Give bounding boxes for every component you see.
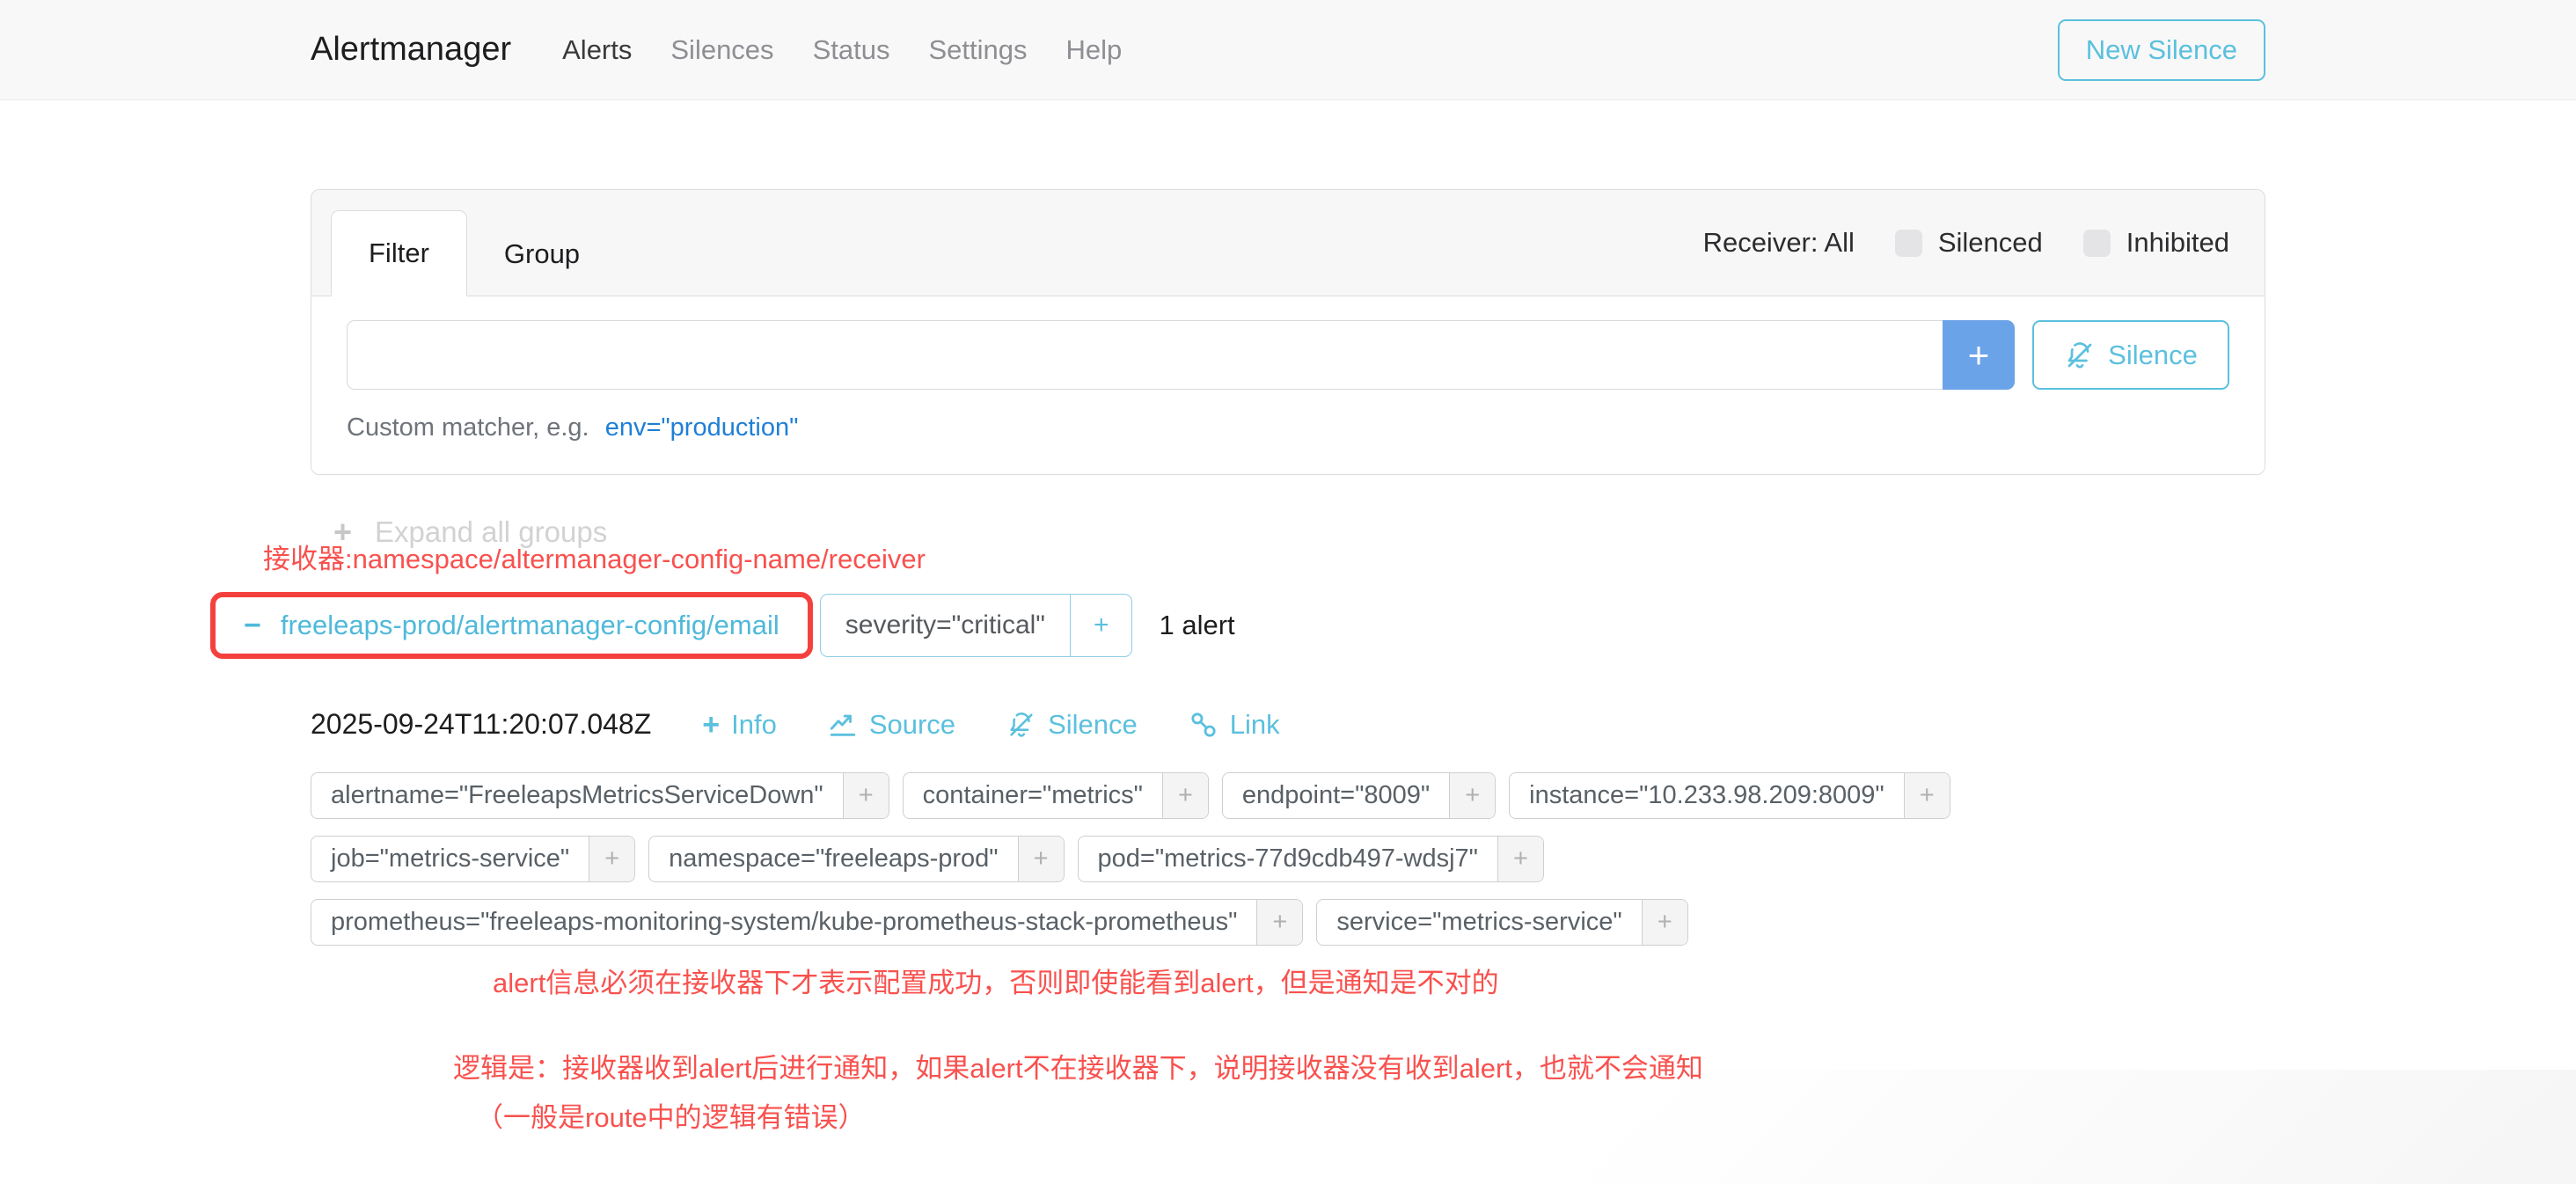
alert-label-tag: pod="metrics-77d9cdb497-wdsj7" + <box>1078 836 1544 882</box>
source-action-link[interactable]: Source <box>828 709 955 741</box>
nav-item-settings[interactable]: Settings <box>928 34 1027 66</box>
matcher-input[interactable] <box>347 320 1943 390</box>
link-icon <box>1189 710 1218 740</box>
silence-button-label: Silence <box>2108 340 2198 371</box>
tab-group[interactable]: Group <box>467 212 617 296</box>
add-label-filter-button[interactable]: + <box>1162 773 1208 818</box>
nav-item-alerts[interactable]: Alerts <box>562 34 632 66</box>
nav-item-status[interactable]: Status <box>813 34 890 66</box>
collapse-icon: − <box>244 610 261 640</box>
annotation-line-2: 逻辑是：接收器收到alert后进行通知，如果alert不在接收器下，说明接收器没… <box>453 1046 2265 1085</box>
filter-card-header: Filter Group Receiver: All Silenced Inhi… <box>311 190 2265 296</box>
annotation-block: 逻辑是：接收器收到alert后进行通知，如果alert不在接收器下，说明接收器没… <box>453 1046 2265 1135</box>
alert-label-text: alertname="FreeleapsMetricsServiceDown" <box>311 773 843 818</box>
alert-label-tag: service="metrics-service" + <box>1316 899 1687 946</box>
plus-icon: + <box>702 710 720 740</box>
alert-label-text: container="metrics" <box>904 773 1162 818</box>
alert-label-tag: alertname="FreeleapsMetricsServiceDown" … <box>311 772 889 819</box>
add-label-filter-button[interactable]: + <box>843 773 889 818</box>
alert-label-text: job="metrics-service" <box>311 837 589 881</box>
new-silence-button[interactable]: New Silence <box>2058 19 2265 81</box>
alert-label-tag: container="metrics" + <box>903 772 1209 819</box>
info-action-label: Info <box>731 709 777 741</box>
inhibited-checkbox-label: Inhibited <box>2126 227 2229 259</box>
inhibited-checkbox[interactable]: Inhibited <box>2083 227 2229 259</box>
alert-group-row: − freeleaps-prod/alertmanager-config/ema… <box>210 592 2265 659</box>
silenced-checkbox[interactable]: Silenced <box>1895 227 2043 259</box>
link-action-label: Link <box>1230 709 1280 741</box>
alert-label-text: prometheus="freeleaps-monitoring-system/… <box>311 900 1256 945</box>
alert-labels: alertname="FreeleapsMetricsServiceDown" … <box>311 772 2265 946</box>
add-label-filter-button[interactable]: + <box>1018 837 1064 881</box>
alert-label-text: pod="metrics-77d9cdb497-wdsj7" <box>1079 837 1497 881</box>
alert-detail: 2025-09-24T11:20:07.048Z + Info Source <box>311 708 2265 946</box>
receiver-group-link[interactable]: − freeleaps-prod/alertmanager-config/ema… <box>216 597 808 654</box>
alert-label-text: instance="10.233.98.209:8009" <box>1510 773 1904 818</box>
chart-icon <box>828 710 858 740</box>
receiver-highlight-box: − freeleaps-prod/alertmanager-config/ema… <box>210 592 813 659</box>
receiver-filter[interactable]: Receiver: All <box>1703 227 1855 259</box>
link-action-link[interactable]: Link <box>1189 709 1280 741</box>
info-action-link[interactable]: + Info <box>702 709 777 741</box>
alert-label-text: service="metrics-service" <box>1317 900 1641 945</box>
alert-label-tag: namespace="freeleaps-prod" + <box>648 836 1064 882</box>
bell-slash-icon <box>1006 710 1036 740</box>
silence-from-filter-button[interactable]: Silence <box>2032 320 2229 390</box>
add-label-filter-button[interactable]: + <box>1904 773 1950 818</box>
filter-card: Filter Group Receiver: All Silenced Inhi… <box>311 189 2265 475</box>
alert-label-tag: endpoint="8009" + <box>1222 772 1496 819</box>
alert-count: 1 alert <box>1159 610 1234 641</box>
annotation-line-3: （一般是route中的逻辑有错误） <box>476 1095 2265 1135</box>
alert-label-tag: instance="10.233.98.209:8009" + <box>1509 772 1950 819</box>
receiver-group-label: freeleaps-prod/alertmanager-config/email <box>281 610 779 641</box>
filter-card-body: + Silence Custom matcher, e.g. env="prod… <box>311 296 2265 474</box>
tab-filter[interactable]: Filter <box>331 210 467 296</box>
add-label-filter-button[interactable]: + <box>589 837 634 881</box>
app-brand[interactable]: Alertmanager <box>311 31 511 69</box>
bell-slash-icon <box>2064 340 2096 371</box>
source-action-label: Source <box>869 709 955 741</box>
nav-item-help[interactable]: Help <box>1065 34 1122 66</box>
alert-timestamp: 2025-09-24T11:20:07.048Z <box>311 708 651 741</box>
add-label-filter-button[interactable]: + <box>1256 900 1302 945</box>
add-label-filter-button[interactable]: + <box>1497 837 1543 881</box>
annotation-line-1: alert信息必须在接收器下才表示配置成功，否则即使能看到alert，但是通知是… <box>493 961 2265 1000</box>
alert-label-row: job="metrics-service" + namespace="freel… <box>311 836 2265 882</box>
alert-label-tag: prometheus="freeleaps-monitoring-system/… <box>311 899 1303 946</box>
alert-label-tag: job="metrics-service" + <box>311 836 635 882</box>
top-navbar: Alertmanager Alerts Silences Status Sett… <box>0 0 2576 100</box>
add-label-filter-button[interactable]: + <box>1642 900 1687 945</box>
alert-label-text: namespace="freeleaps-prod" <box>649 837 1017 881</box>
group-matcher-tag: severity="critical" + <box>820 594 1133 657</box>
silenced-checkbox-label: Silenced <box>1938 227 2043 259</box>
alert-label-row: prometheus="freeleaps-monitoring-system/… <box>311 899 2265 946</box>
nav-item-silences[interactable]: Silences <box>670 34 773 66</box>
group-matcher-label[interactable]: severity="critical" <box>821 595 1070 656</box>
add-label-filter-button[interactable]: + <box>1449 773 1495 818</box>
matcher-example-link[interactable]: env="production" <box>605 413 799 442</box>
silence-action-link[interactable]: Silence <box>1006 709 1138 741</box>
group-matcher-add-button[interactable]: + <box>1070 595 1132 656</box>
silence-action-label: Silence <box>1048 709 1138 741</box>
helper-text: Custom matcher, e.g. <box>347 413 589 442</box>
alert-label-text: endpoint="8009" <box>1223 773 1449 818</box>
add-matcher-button[interactable]: + <box>1943 320 2015 390</box>
checkbox-icon[interactable] <box>1895 230 1922 257</box>
alert-label-row: alertname="FreeleapsMetricsServiceDown" … <box>311 772 2265 819</box>
filter-tabs: Filter Group <box>331 210 617 296</box>
checkbox-icon[interactable] <box>2083 230 2111 257</box>
matcher-helper: Custom matcher, e.g. env="production" <box>347 413 2229 442</box>
annotation-receiver-note: 接收器:namespace/altermanager-config-name/r… <box>263 537 2265 576</box>
